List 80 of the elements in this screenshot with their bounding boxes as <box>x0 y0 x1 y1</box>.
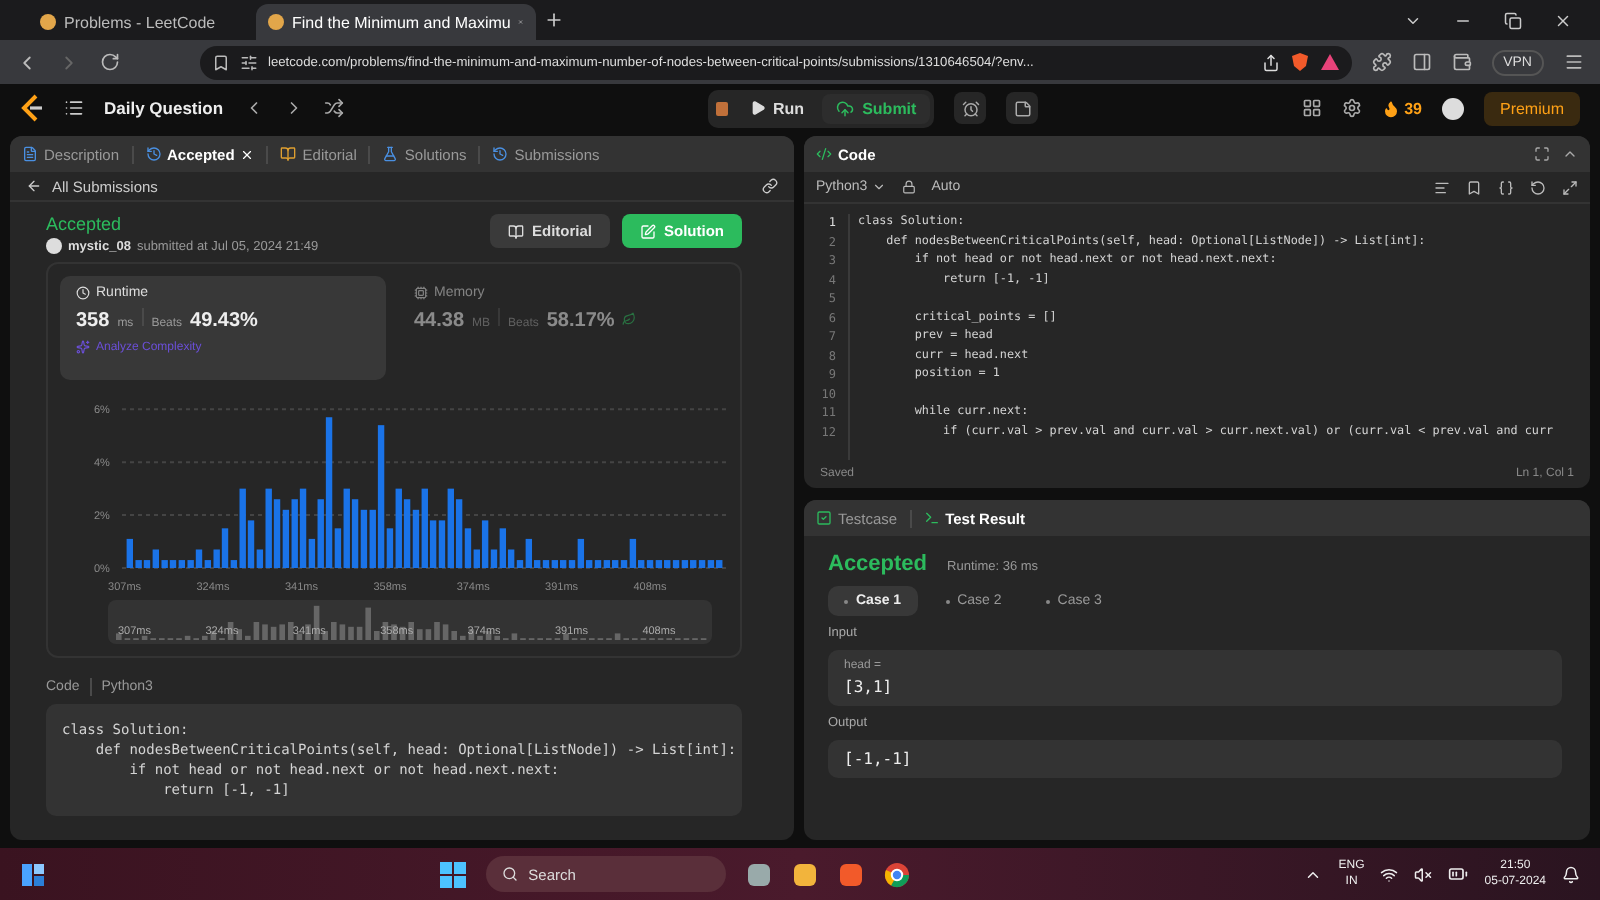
pen-icon <box>640 223 656 239</box>
notes-button[interactable] <box>1006 92 1039 124</box>
output-value: [-1,-1] <box>844 750 914 768</box>
settings-icon[interactable] <box>1342 98 1363 118</box>
folder-icon[interactable] <box>792 861 819 887</box>
terminal-icon <box>923 510 940 526</box>
link-icon[interactable] <box>762 178 778 194</box>
leaf-icon <box>622 312 637 326</box>
site-icon <box>268 14 284 30</box>
run-button[interactable]: Run <box>735 93 819 123</box>
menu-icon[interactable] <box>1564 52 1584 72</box>
wallet-icon[interactable] <box>1451 52 1472 72</box>
bookmark-icon[interactable] <box>1466 179 1482 195</box>
beats-value: 49.43% <box>190 310 258 332</box>
battery-icon[interactable] <box>1448 864 1469 884</box>
browser-tab[interactable]: Problems - LeetCode <box>28 4 248 40</box>
restore-icon[interactable] <box>1504 11 1522 29</box>
task-view-icon[interactable] <box>746 861 773 887</box>
bookmark-icon[interactable] <box>212 53 230 71</box>
maximize-icon[interactable] <box>1534 146 1550 162</box>
site-settings-icon[interactable] <box>240 53 258 71</box>
alarm-icon <box>961 99 980 117</box>
expand-icon[interactable] <box>1562 179 1578 195</box>
collapse-icon[interactable] <box>1562 146 1578 162</box>
back-arrow-icon[interactable] <box>26 178 42 194</box>
extensions-icon[interactable] <box>1371 52 1392 72</box>
note-icon <box>1013 99 1032 117</box>
wifi-icon[interactable] <box>1380 865 1399 883</box>
submit-button[interactable]: Submit <box>822 93 931 123</box>
avatar <box>46 238 62 254</box>
braces-icon[interactable] <box>1498 179 1514 195</box>
input-value: [3,1] <box>844 678 895 696</box>
premium-button[interactable]: Premium <box>1483 91 1580 125</box>
avatar[interactable] <box>1441 97 1464 119</box>
tab-icon <box>382 146 399 162</box>
tab-icon <box>145 146 162 162</box>
play-icon <box>749 100 766 116</box>
site-icon <box>40 14 56 30</box>
checkbox-icon <box>816 510 832 526</box>
debug-icon[interactable] <box>711 98 732 118</box>
new-tab-icon[interactable] <box>544 10 564 30</box>
browser-tab[interactable]: Find the Minimum and Maximu <box>256 4 536 40</box>
chip-icon <box>414 286 428 300</box>
notification-icon[interactable] <box>1562 865 1580 883</box>
layout-icon[interactable] <box>1302 98 1323 118</box>
clock-icon <box>76 286 90 300</box>
upload-icon <box>836 99 855 117</box>
logo-icon[interactable] <box>20 94 44 122</box>
sidebar-icon[interactable] <box>1411 52 1432 72</box>
list-icon[interactable] <box>64 98 84 118</box>
widgets-icon[interactable] <box>20 861 46 887</box>
result-status: Accepted <box>828 552 928 576</box>
search-icon <box>502 866 519 882</box>
code-icon <box>816 146 832 162</box>
submission-status: Accepted <box>46 214 124 234</box>
start-icon[interactable] <box>440 861 467 887</box>
streak-counter[interactable]: 39 <box>1382 99 1422 117</box>
format-icon[interactable] <box>1434 179 1450 195</box>
flame-icon <box>1382 99 1401 117</box>
book-icon <box>507 223 524 239</box>
triangle-icon[interactable] <box>1319 52 1340 72</box>
reset-icon[interactable] <box>1530 179 1546 195</box>
share-icon[interactable] <box>1261 53 1280 71</box>
chevron-down-icon <box>871 180 886 194</box>
sparkle-icon <box>76 340 90 354</box>
beats-value: 58.17% <box>546 310 615 332</box>
mute-icon[interactable] <box>1414 865 1433 883</box>
shuffle-icon[interactable] <box>323 98 344 118</box>
browser-icon[interactable] <box>884 861 911 887</box>
daily-question-link[interactable]: Daily Question <box>104 98 224 118</box>
lock-icon <box>901 180 916 194</box>
stat-value: 44.38 <box>414 310 465 332</box>
reload-icon[interactable] <box>100 52 120 72</box>
timer-button[interactable] <box>954 92 987 124</box>
stat-value: 358 <box>76 310 110 332</box>
tab-icon <box>280 146 297 162</box>
tab-icon <box>492 146 509 162</box>
close-icon[interactable] <box>1554 11 1572 29</box>
shield-icon[interactable] <box>1289 52 1310 72</box>
tab-icon <box>22 146 38 162</box>
